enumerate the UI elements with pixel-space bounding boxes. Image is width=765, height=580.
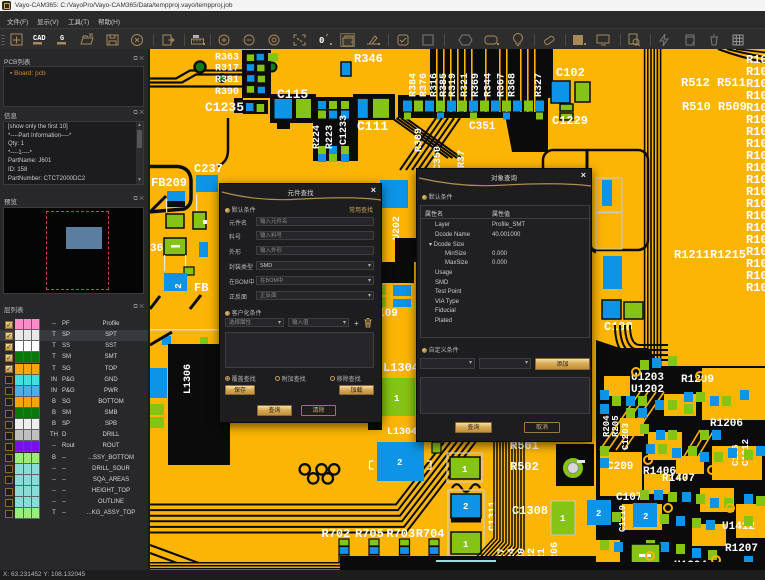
svg-text:R512 R511: R512 R511 [681, 76, 746, 90]
svg-text:R510 R509: R510 R509 [682, 100, 747, 114]
svg-text:2: 2 [397, 458, 402, 468]
svg-text:R37: R37 [457, 150, 468, 168]
svg-text:2: 2 [463, 502, 468, 512]
svg-text:U202: U202 [392, 216, 403, 240]
svg-text:R1206: R1206 [710, 418, 743, 430]
svg-text:C102: C102 [556, 66, 585, 80]
svg-text:C1229: C1229 [552, 114, 588, 128]
svg-text:FB: FB [194, 281, 208, 295]
svg-text:R1211R1215: R1211R1215 [674, 248, 746, 262]
svg-text:R346: R346 [354, 52, 383, 66]
svg-text:CAD: CAD [33, 35, 46, 43]
svg-text:R363: R363 [215, 53, 239, 64]
svg-text:C115: C115 [277, 87, 308, 102]
svg-text:36: 36 [150, 243, 163, 255]
svg-text:R223: R223 [325, 125, 336, 149]
svg-text:R344: R344 [484, 73, 495, 97]
svg-text:1: 1 [560, 514, 566, 524]
svg-text:R319: R319 [448, 73, 459, 97]
svg-text:R390: R390 [215, 87, 239, 98]
svg-text:2: 2 [174, 283, 184, 288]
svg-text:L1306: L1306 [183, 364, 194, 394]
svg-text:L1304: L1304 [387, 427, 417, 438]
svg-text:R367: R367 [497, 73, 508, 97]
svg-text:U1202: U1202 [631, 384, 664, 396]
svg-text:C1235: C1235 [205, 100, 244, 115]
svg-text:R369: R369 [471, 73, 482, 97]
svg-text:1: 1 [394, 394, 400, 404]
svg-text:R321: R321 [460, 73, 471, 97]
svg-text:G: G [60, 35, 64, 43]
svg-text:R376: R376 [419, 73, 430, 97]
svg-text:R327: R327 [534, 73, 545, 97]
svg-text:C209: C209 [607, 461, 633, 473]
svg-text:C1233: C1233 [339, 115, 350, 145]
svg-text:1: 1 [463, 540, 469, 550]
svg-text:R381: R381 [215, 75, 239, 86]
svg-text:R1207: R1207 [725, 543, 758, 555]
svg-text:0: 0 [319, 36, 324, 46]
svg-text:L1304: L1304 [383, 361, 419, 375]
svg-text:C1308: C1308 [512, 504, 548, 518]
svg-text:R224: R224 [312, 125, 323, 149]
svg-text:C350: C350 [433, 146, 444, 170]
svg-text:2: 2 [596, 509, 601, 519]
svg-text:R384: R384 [408, 73, 419, 97]
svg-text:R1407: R1407 [662, 473, 695, 485]
svg-text:R205: R205 [611, 415, 621, 437]
svg-text:C1203: C1203 [621, 423, 631, 450]
svg-text:C111: C111 [357, 119, 388, 134]
svg-text:1: 1 [462, 465, 468, 475]
svg-text:FB209: FB209 [151, 176, 187, 190]
svg-text:C108: C108 [604, 320, 633, 334]
svg-text:U1203: U1203 [631, 372, 664, 384]
svg-text:C107: C107 [616, 492, 642, 504]
svg-text:R368: R368 [508, 73, 519, 97]
svg-text:C237: C237 [194, 162, 223, 176]
svg-text:R317: R317 [215, 64, 239, 75]
svg-text:2: 2 [643, 512, 648, 522]
svg-text:R10: R10 [746, 281, 765, 295]
svg-text:R502: R502 [510, 460, 539, 474]
svg-text:C351: C351 [469, 121, 496, 133]
svg-text:R389: R389 [414, 128, 425, 152]
